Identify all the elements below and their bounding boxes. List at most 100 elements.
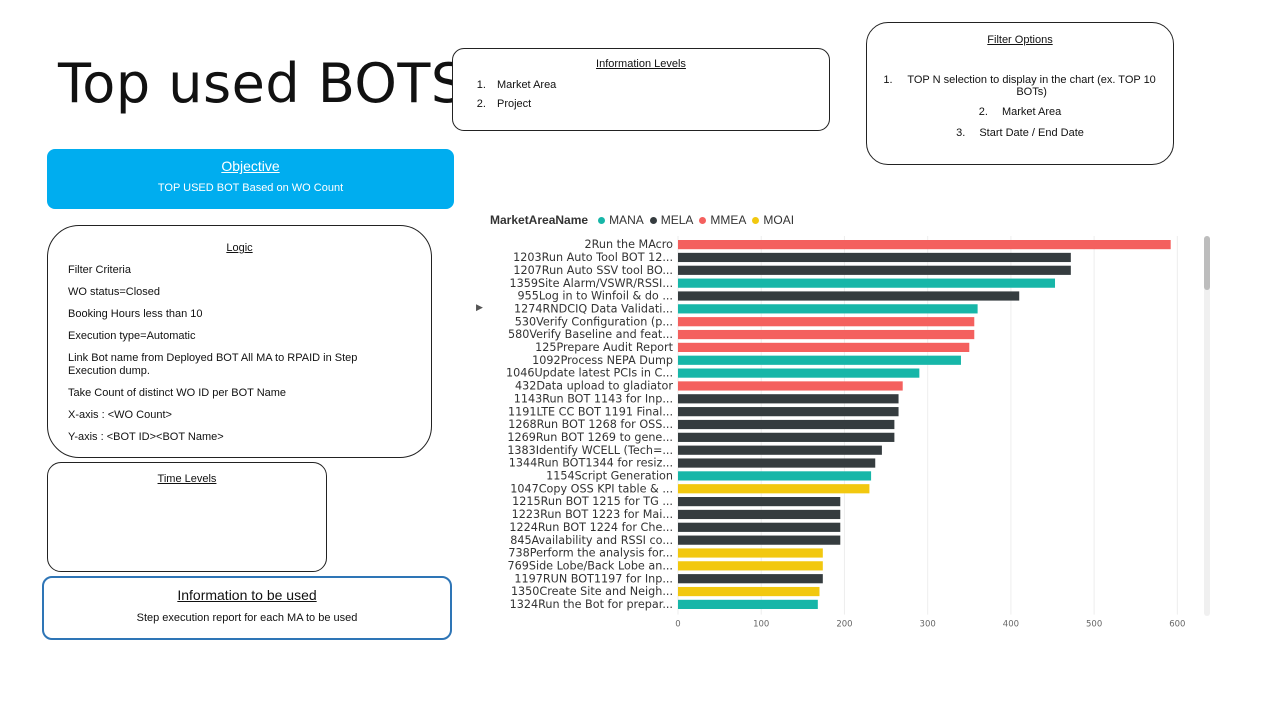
logic-line: Take Count of distinct WO ID per BOT Nam…	[68, 387, 287, 399]
logic-box: Logic Filter Criteria WO status=Closed B…	[47, 225, 432, 458]
bar-label: 1143Run BOT 1143 for Inp...	[514, 392, 673, 405]
logic-line: WO status=Closed	[68, 286, 161, 298]
bar-label: 769Side Lobe/Back Lobe an...	[508, 559, 674, 572]
bar	[678, 240, 1171, 250]
scrollbar-thumb[interactable]	[1204, 236, 1210, 290]
list-item: 2. Market Area	[978, 106, 1062, 118]
bar-label: 1207Run Auto SSV tool BO...	[513, 264, 673, 277]
bar-label: 1215Run BOT 1215 for TG ...	[512, 495, 673, 508]
filter-options-list: 1. TOP N selection to display in the char…	[867, 74, 1173, 139]
bar	[678, 355, 961, 365]
logic-line: Filter Criteria	[68, 264, 131, 276]
bar	[678, 368, 920, 378]
scrollbar-track	[1204, 236, 1210, 616]
bar-label: 530Verify Configuration (p...	[515, 315, 673, 328]
bar-label: 1191LTE CC BOT 1191 Final...	[508, 405, 673, 418]
bar-label: 1350Create Site and Neigh...	[511, 585, 673, 598]
bar-label: 1197RUN BOT1197 for Inp...	[514, 572, 673, 585]
bar	[678, 458, 876, 468]
bar-label: 1223Run BOT 1223 for Mai...	[512, 508, 673, 521]
bar-label: 125Prepare Audit Report	[535, 341, 673, 354]
bar-label: 1269Run BOT 1269 to gene...	[507, 431, 673, 444]
legend-dot-mmea	[699, 216, 707, 224]
bar	[678, 342, 970, 352]
bar	[678, 419, 895, 430]
bar	[678, 522, 841, 532]
bar	[678, 278, 1056, 288]
legend-dot-mela	[649, 216, 657, 224]
bar-label: 1274RNDCIQ Data Validati...	[514, 302, 673, 315]
information-levels-list: Market Area Project	[453, 79, 829, 110]
legend-title: MarketAreaName	[490, 213, 589, 227]
x-tick-label: 300	[920, 620, 936, 630]
legend-label-mana: MANA	[609, 213, 644, 227]
x-tick-label: 0	[675, 620, 680, 630]
x-tick-label: 600	[1169, 620, 1185, 630]
bar-label: 955Log in to Winfoil & do ...	[518, 290, 673, 303]
bar-label: 2Run the MAcro	[585, 238, 674, 251]
expand-arrow-icon[interactable]: ▶	[476, 302, 483, 313]
x-tick-label: 200	[836, 620, 852, 630]
bar-label: 1046Update latest PCIs in C...	[506, 367, 673, 380]
bar	[678, 599, 818, 609]
x-tick-label: 400	[1003, 620, 1019, 630]
bar	[678, 445, 882, 455]
bar-label: 1268Run BOT 1268 for OSS...	[508, 418, 673, 431]
bar	[678, 304, 978, 314]
bar	[678, 329, 975, 340]
logic-line: Execution type=Automatic	[68, 330, 196, 342]
time-levels-box: Time Levels	[47, 462, 327, 572]
bar-label: 738Perform the analysis for...	[508, 547, 673, 560]
legend-label-mmea: MMEA	[710, 213, 747, 227]
legend-label-mela: MELA	[660, 213, 694, 227]
bar-label: 1047Copy OSS KPI table & ...	[510, 482, 673, 495]
bar	[678, 291, 1020, 301]
bar	[678, 484, 870, 494]
list-item: 3. Start Date / End Date	[956, 127, 1084, 139]
information-to-be-used-heading: Information to be used	[177, 587, 317, 603]
logic-line: Y-axis : <BOT ID><BOT Name>	[68, 431, 224, 443]
bar-label: 580Verify Baseline and feat...	[508, 328, 673, 341]
information-levels-heading: Information Levels	[596, 58, 686, 70]
time-levels-heading: Time Levels	[157, 473, 217, 485]
bar-label: 1344Run BOT1344 for resiz...	[509, 457, 673, 470]
chart-legend: MarketAreaName MANA MELA MMEA MOAI	[490, 213, 794, 227]
bar-label: 1154Script Generation	[546, 470, 673, 483]
bar	[678, 252, 1071, 263]
list-item: Project	[489, 98, 829, 110]
bar	[678, 509, 841, 520]
bar-label: 1203Run Auto Tool BOT 12...	[513, 251, 673, 264]
bar-label: 1224Run BOT 1224 for Che...	[509, 521, 673, 534]
bar	[678, 497, 841, 507]
logic-line: Link Bot name from Deployed BOT All MA t…	[68, 352, 358, 377]
logic-line: X-axis : <WO Count>	[68, 409, 172, 421]
bar	[678, 535, 841, 545]
bar-label: 432Data upload to gladiator	[515, 380, 673, 393]
bar-label: 1359Site Alarm/VSWR/RSSI...	[510, 277, 674, 290]
page-title: Top used BOTS	[58, 52, 466, 115]
list-item: Market Area	[489, 79, 829, 91]
legend-dot-moai	[752, 216, 760, 224]
bar	[678, 432, 895, 442]
bar	[678, 561, 823, 571]
logic-heading: Logic	[226, 242, 253, 254]
objective-heading: Objective	[221, 158, 280, 174]
bar	[678, 586, 820, 597]
bar-label: 1092Process NEPA Dump	[532, 354, 673, 367]
bar-chart: 2Run the MAcro1203Run Auto Tool BOT 12..…	[506, 236, 1210, 630]
objective-text: TOP USED BOT Based on WO Count	[157, 182, 344, 194]
legend-dot-mana	[598, 216, 606, 224]
bar	[678, 265, 1071, 275]
objective-panel: Objective TOP USED BOT Based on WO Count	[47, 149, 454, 209]
filter-options-box: Filter Options 1. TOP N selection to disp…	[866, 22, 1174, 165]
bar-label: 1383Identify WCELL (Tech=...	[507, 444, 673, 457]
information-to-be-used-box: Information to be used Step execution re…	[42, 576, 452, 640]
bar-label: 1324Run the Bot for prepar...	[510, 598, 673, 611]
bar	[678, 394, 899, 404]
information-to-be-used-text: Step execution report for each MA to be …	[136, 612, 358, 624]
bar	[678, 381, 903, 391]
filter-options-heading: Filter Options	[987, 34, 1053, 46]
bar	[678, 574, 823, 584]
bar	[678, 471, 872, 481]
x-tick-label: 500	[1086, 620, 1102, 630]
